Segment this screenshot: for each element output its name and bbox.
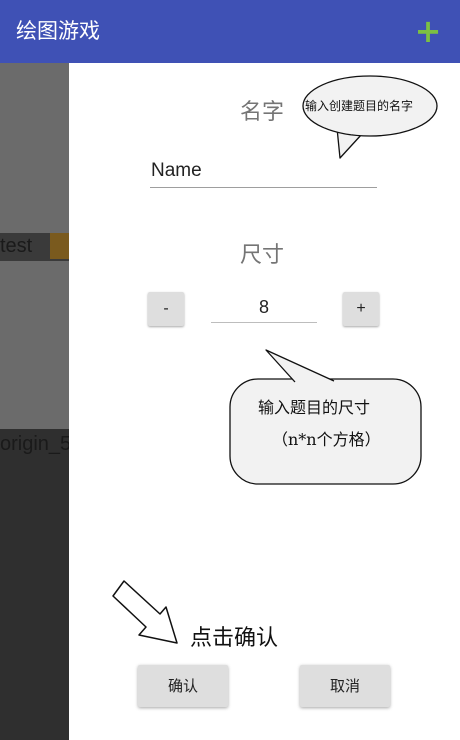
list-item-label: test [0,235,33,257]
size-hint-text: 输入题目的尺寸 [258,398,371,417]
app-bar: 绘图游戏 + [0,0,460,63]
size-label: 尺寸 [240,243,285,268]
size-input[interactable] [211,293,317,323]
list-item-thumbnail[interactable] [0,261,69,429]
app-title: 绘图游戏 [16,19,100,43]
plus-icon: + [414,12,442,50]
decrease-size-button[interactable]: - [148,292,184,326]
list-item-label: origin_5 [0,433,69,455]
add-button[interactable]: + [412,14,444,48]
list-item-accent [50,233,69,259]
confirm-hint-text: 点击确认 [190,626,279,651]
name-hint-text: 输入创建题目的名字 [305,99,414,113]
name-label: 名字 [240,100,285,125]
background-list: test origin_5 [0,63,69,740]
list-item-thumbnail[interactable] [0,63,69,233]
increase-size-button[interactable]: + [343,292,379,326]
size-hint-subtext: （n*n个方格） [272,430,381,449]
name-input[interactable] [150,154,377,188]
cancel-button[interactable]: 取消 [300,665,390,707]
confirm-button[interactable]: 确认 [138,665,228,707]
